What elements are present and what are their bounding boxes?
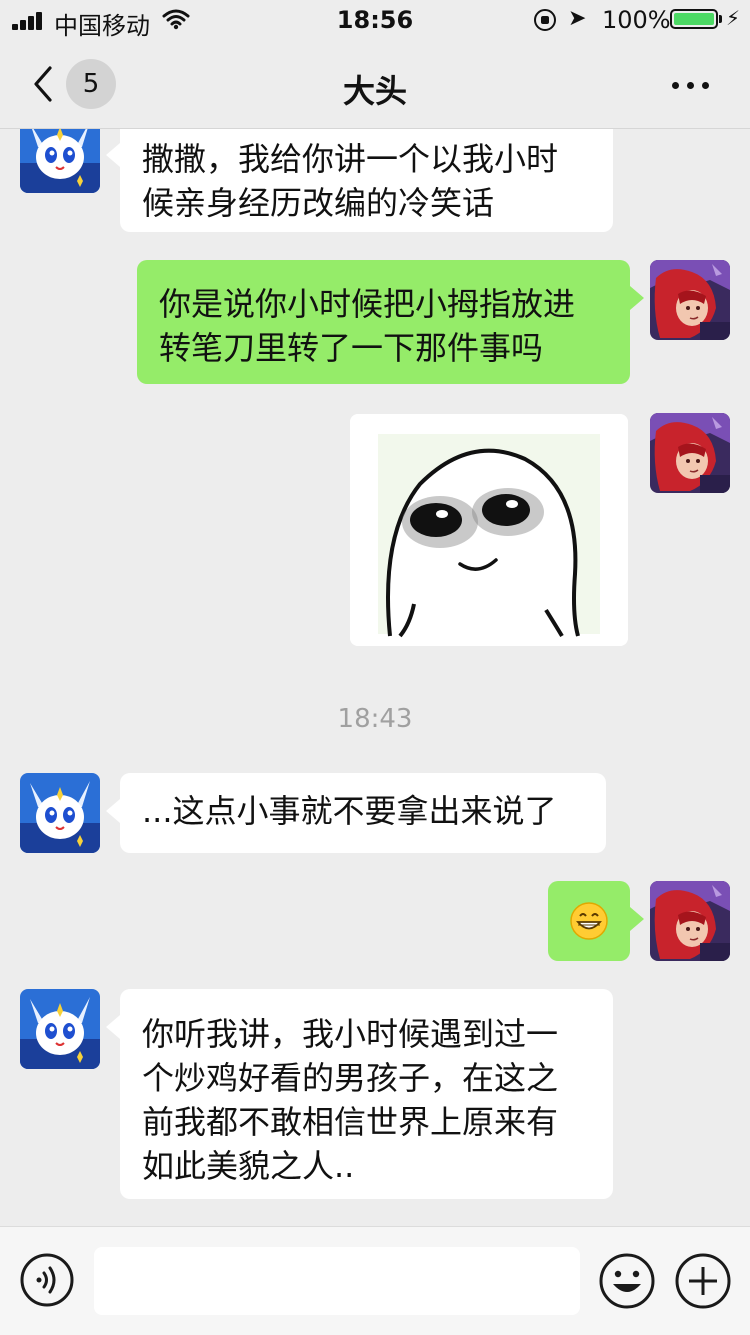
friend-avatar[interactable] [20,773,100,853]
smiling-blob-sticker[interactable] [350,414,628,646]
message-line: 前我都不敢相信世界上原来有 [142,1103,559,1141]
emoji-icon[interactable] [598,1252,656,1310]
message-line: 转笔刀里转了一下那件事吗 [159,329,544,367]
message-line: 撒撒，我给你讲一个以我小时 [142,140,559,178]
message-list[interactable]: 撒撒，我给你讲一个以我小时 候亲身经历改编的冷笑话 你是说你小时候把小拇指放进 … [0,129,750,1225]
my-avatar[interactable] [650,413,730,493]
charging-bolt-icon: ⚡ [726,6,741,30]
more-options-icon[interactable] [672,82,712,90]
status-bar: 中国移动 18:56 ➤ 100% ⚡ [0,0,750,40]
message-line: 你听我讲，我小时候遇到过一 [142,1015,559,1053]
message-bubble-outgoing[interactable]: 你是说你小时候把小拇指放进 转笔刀里转了一下那件事吗 [137,260,644,384]
message-line: 个炒鸡好看的男孩子，在这之 [142,1059,559,1097]
message-bubble-outgoing[interactable] [548,881,644,961]
battery-tip [719,15,722,23]
message-bubble-incoming[interactable]: ...这点小事就不要拿出来说了 [106,773,606,853]
message-input-bar [0,1226,750,1335]
message-bubble-incoming[interactable]: 你听我讲，我小时候遇到过一 个炒鸡好看的男孩子，在这之 前我都不敢相信世界上原来… [106,989,613,1199]
message-line: 候亲身经历改编的冷笑话 [142,184,495,222]
battery-fill [674,13,714,25]
my-avatar[interactable] [650,260,730,340]
location-arrow-icon: ➤ [568,6,587,31]
chat-title: 大头 [342,72,407,110]
battery-percent: 100% [602,6,671,34]
message-timestamp: 18:43 [337,704,413,734]
message-line: 你是说你小时候把小拇指放进 [159,285,576,323]
my-avatar[interactable] [650,881,730,961]
voice-icon[interactable] [20,1253,74,1307]
battery-icon [670,9,718,29]
grinning-emoji [570,902,608,940]
friend-avatar[interactable] [20,129,100,193]
plus-icon[interactable] [674,1252,732,1310]
message-text-input[interactable] [94,1247,580,1315]
message-line: 如此美貌之人.. [142,1147,355,1185]
friend-avatar[interactable] [20,989,100,1069]
chat-header: 5 大头 [0,40,750,129]
message-line: ...这点小事就不要拿出来说了 [142,792,557,830]
rotation-lock-icon [534,9,556,31]
message-bubble-incoming[interactable]: 撒撒，我给你讲一个以我小时 候亲身经历改编的冷笑话 [106,129,613,232]
